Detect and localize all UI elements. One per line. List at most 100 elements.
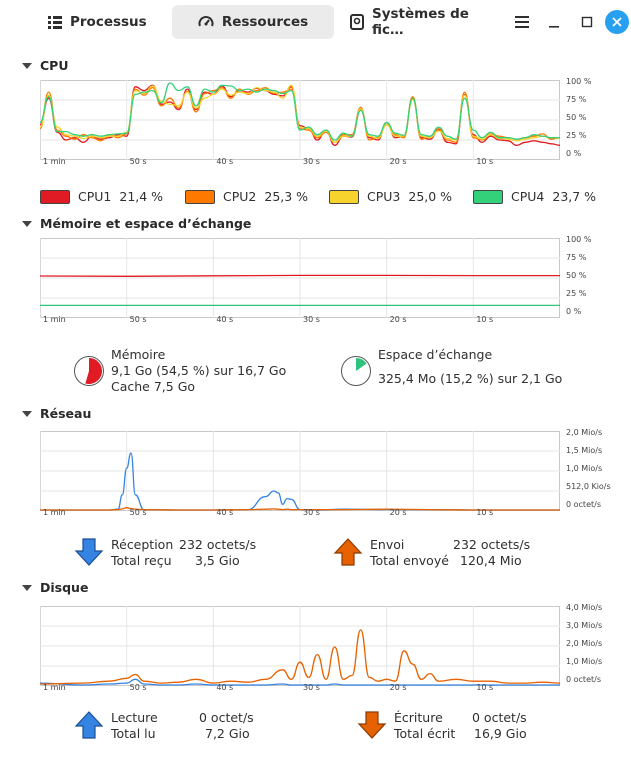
- y-tick-label: 2,0 Mio/s: [566, 639, 603, 648]
- cpu-title: CPU: [40, 58, 69, 73]
- swap-pie-icon[interactable]: [340, 355, 372, 387]
- x-tick-label: 40 s: [216, 508, 234, 517]
- receive-value: 232 octets/s: [179, 537, 257, 552]
- write-total-label: Total écrit: [394, 726, 456, 741]
- x-tick-label: 1 min: [43, 508, 66, 517]
- read-arrow-icon[interactable]: [74, 710, 104, 740]
- tab-ressources-label: Ressources: [221, 14, 309, 30]
- y-tick-label: 0 %: [566, 307, 582, 316]
- x-tick-label: 1 min: [43, 683, 66, 692]
- y-tick-label: 50 %: [566, 113, 587, 122]
- write-label: Écriture: [394, 710, 443, 725]
- x-tick-label: 20 s: [389, 315, 407, 324]
- read-value: 0 octet/s: [199, 710, 254, 725]
- swap-info: Espace d’échange 325,4 Mo (15,2 %) sur 2…: [378, 347, 562, 387]
- expander-icon: [22, 410, 32, 417]
- write-arrow-icon[interactable]: [357, 710, 387, 740]
- x-tick-label: 50 s: [129, 508, 147, 517]
- y-tick-label: 1,0 Mio/s: [566, 464, 603, 473]
- memory-label: Mémoire: [111, 347, 166, 362]
- x-tick-label: 40 s: [216, 683, 234, 692]
- x-tick-label: 50 s: [129, 315, 147, 324]
- y-tick-label: 25 %: [566, 289, 587, 298]
- cpu2-value: 25,3 %: [264, 189, 309, 204]
- maximize-icon: [581, 16, 593, 28]
- send-total-label: Total envoyé: [370, 553, 449, 568]
- cpu3-legend[interactable]: CPU3 25,0 %: [329, 189, 452, 204]
- cpu1-value: 21,4 %: [119, 189, 164, 204]
- x-tick-label: 30 s: [303, 315, 320, 324]
- memory-pie-icon[interactable]: [73, 355, 105, 387]
- receive-arrow-icon[interactable]: [74, 537, 104, 567]
- memory-cache: Cache 7,5 Go: [111, 379, 196, 394]
- expander-icon: [22, 584, 32, 591]
- y-tick-label: 1,5 Mio/s: [566, 446, 603, 455]
- cpu4-name: CPU4: [511, 189, 545, 204]
- disk-graph: [40, 606, 560, 686]
- x-tick-label: 10 s: [476, 683, 494, 692]
- y-tick-label: 100 %: [566, 77, 592, 86]
- close-button[interactable]: [605, 10, 629, 34]
- tab-processus[interactable]: Processus: [38, 5, 174, 39]
- y-tick-label: 1,0 Mio/s: [566, 657, 603, 666]
- minimize-icon: [549, 26, 559, 28]
- memory-info: Mémoire 9,1 Go (54,5 %) sur 16,7 Go Cach…: [111, 347, 286, 395]
- cpu2-legend[interactable]: CPU2 25,3 %: [185, 189, 308, 204]
- cpu3-color-swatch[interactable]: [329, 189, 359, 204]
- cpu-section-header[interactable]: CPU: [22, 58, 69, 73]
- x-tick-label: 40 s: [216, 315, 234, 324]
- y-tick-label: 512,0 Kio/s: [566, 482, 611, 491]
- maximize-button[interactable]: [575, 10, 599, 34]
- cpu4-color-swatch[interactable]: [473, 189, 503, 204]
- cpu4-legend[interactable]: CPU4 23,7 %: [473, 189, 596, 204]
- disk-chart: [40, 606, 560, 686]
- gauge-icon: [198, 16, 214, 27]
- y-tick-label: 0 octet/s: [566, 675, 601, 684]
- x-tick-label: 20 s: [389, 157, 407, 166]
- write-value: 0 octet/s: [472, 710, 527, 725]
- tab-systemes-de-fichiers[interactable]: Systèmes de fic…: [340, 5, 500, 39]
- y-tick-label: 100 %: [566, 235, 592, 244]
- y-tick-label: 0 %: [566, 149, 582, 158]
- send-total: 120,4 Mio: [460, 553, 522, 568]
- network-chart: [40, 431, 560, 511]
- expander-icon: [22, 220, 32, 227]
- network-graph: [40, 431, 560, 511]
- x-tick-label: 30 s: [303, 157, 320, 166]
- send-info: Envoi 232 octets/s Total envoyé 120,4 Mio: [370, 537, 530, 569]
- send-arrow-icon[interactable]: [333, 537, 363, 567]
- memory-chart: [40, 238, 560, 318]
- header-bar: Processus Ressources Systèmes de fic…: [0, 0, 631, 44]
- receive-total: 3,5 Gio: [195, 553, 240, 568]
- minimize-button[interactable]: [542, 10, 566, 34]
- receive-total-label: Total reçu: [111, 553, 172, 568]
- disk-section-header[interactable]: Disque: [22, 580, 88, 595]
- y-tick-label: 25 %: [566, 131, 587, 140]
- menu-button[interactable]: [510, 10, 534, 34]
- disk-title: Disque: [40, 580, 89, 595]
- cpu3-value: 25,0 %: [408, 189, 453, 204]
- x-tick-label: 40 s: [216, 157, 234, 166]
- tab-ressources[interactable]: Ressources: [172, 5, 334, 39]
- cpu1-color-swatch[interactable]: [40, 189, 70, 204]
- cpu1-legend[interactable]: CPU1 21,4 %: [40, 189, 163, 204]
- receive-info: Réception 232 octets/s Total reçu 3,5 Gio: [111, 537, 256, 569]
- x-tick-label: 1 min: [43, 315, 66, 324]
- y-tick-label: 0 octet/s: [566, 500, 601, 509]
- read-total-label: Total lu: [111, 726, 156, 741]
- x-tick-label: 30 s: [303, 683, 320, 692]
- y-tick-label: 4,0 Mio/s: [566, 603, 603, 612]
- network-section-header[interactable]: Réseau: [22, 406, 91, 421]
- read-total: 7,2 Gio: [205, 726, 250, 741]
- cpu2-color-swatch[interactable]: [185, 189, 215, 204]
- cpu3-name: CPU3: [367, 189, 401, 204]
- x-tick-label: 50 s: [129, 157, 147, 166]
- memory-section-header[interactable]: Mémoire et espace d’échange: [22, 216, 251, 231]
- y-tick-label: 50 %: [566, 271, 587, 280]
- y-tick-label: 75 %: [566, 253, 587, 262]
- memory-graph: [40, 238, 560, 318]
- list-icon: [48, 16, 62, 29]
- y-tick-label: 3,0 Mio/s: [566, 621, 603, 630]
- y-tick-label: 2,0 Mio/s: [566, 428, 603, 437]
- read-info: Lecture 0 octet/s Total lu 7,2 Gio: [111, 710, 254, 742]
